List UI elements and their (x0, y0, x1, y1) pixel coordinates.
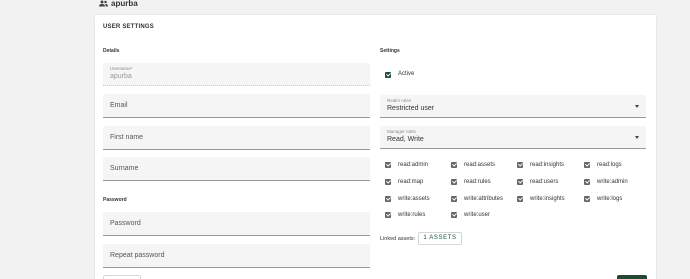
permission-label: read:logs (597, 162, 622, 168)
permission-label: write:user (464, 212, 491, 218)
permission-checkbox[interactable] (517, 162, 523, 168)
username-field-label: Username* (110, 66, 133, 71)
settings-heading: Settings (380, 48, 400, 54)
active-label: Active (398, 71, 415, 77)
email-field[interactable]: Email (103, 94, 370, 118)
permission-checkbox[interactable] (451, 196, 457, 202)
username-field-value: apurba (110, 73, 132, 80)
active-checkbox[interactable] (385, 72, 391, 78)
header-username: apurba (111, 0, 138, 8)
permission-label: read:rules (464, 179, 491, 185)
password-placeholder: Password (110, 220, 141, 227)
save-button[interactable] (617, 275, 647, 279)
users-icon (99, 0, 108, 7)
manager-roles-select[interactable]: Manager roles Read, Write (380, 126, 646, 149)
manager-roles-value: Read, Write (387, 136, 424, 143)
permission-checkbox[interactable] (584, 162, 590, 168)
password-heading: Password (103, 197, 127, 203)
permission-checkbox[interactable] (584, 196, 590, 202)
permission-label: read:assets (464, 162, 496, 168)
repeat-password-field[interactable]: Repeat password (103, 244, 370, 268)
permission-checkbox[interactable] (385, 212, 391, 218)
manager-roles-label: Manager roles (387, 129, 416, 134)
permission-checkbox[interactable] (385, 162, 391, 168)
email-placeholder: Email (110, 102, 128, 109)
first-name-field[interactable]: First name (103, 126, 370, 150)
permission-label: write:insights (530, 196, 565, 202)
permission-checkbox[interactable] (451, 162, 457, 168)
card-title: USER SETTINGS (103, 24, 154, 30)
permission-checkbox[interactable] (517, 196, 523, 202)
chevron-down-icon (635, 136, 639, 139)
chevron-down-icon (635, 105, 639, 108)
user-settings-card: USER SETTINGS Details Username* apurba E… (95, 15, 656, 279)
surname-placeholder: Surname (110, 165, 139, 172)
permission-label: read:admin (398, 162, 429, 168)
username-field: Username* apurba (103, 63, 370, 86)
permission-label: write:rules (398, 212, 426, 218)
permission-label: write:assets (398, 196, 430, 202)
surname-field[interactable]: Surname (103, 157, 370, 181)
permission-label: write:admin (597, 179, 628, 185)
permission-label: read:insights (530, 162, 565, 168)
permission-checkbox[interactable] (451, 179, 457, 185)
delete-button[interactable] (103, 275, 141, 279)
first-name-placeholder: First name (110, 134, 144, 141)
details-heading: Details (103, 48, 120, 54)
password-field[interactable]: Password (103, 212, 370, 236)
realm-roles-label: Realm roles (387, 98, 412, 103)
permission-checkbox[interactable] (385, 179, 391, 185)
permission-label: write:logs (597, 196, 623, 202)
realm-roles-select[interactable]: Realm roles Restricted user (380, 95, 646, 118)
permission-label: read:users (530, 179, 559, 185)
permission-checkbox[interactable] (385, 196, 391, 202)
repeat-password-placeholder: Repeat password (110, 252, 165, 259)
realm-roles-value: Restricted user (387, 105, 435, 112)
linked-assets-label: Linked assets: (380, 236, 416, 242)
permission-checkbox[interactable] (451, 212, 457, 218)
permission-checkbox[interactable] (584, 179, 590, 185)
top-bar: apurba (0, 0, 690, 14)
permission-label: write:attributes (464, 196, 504, 202)
linked-assets-button[interactable]: 1 ASSETS (418, 232, 462, 245)
permission-label: read:map (398, 179, 424, 185)
permission-checkbox[interactable] (517, 179, 523, 185)
